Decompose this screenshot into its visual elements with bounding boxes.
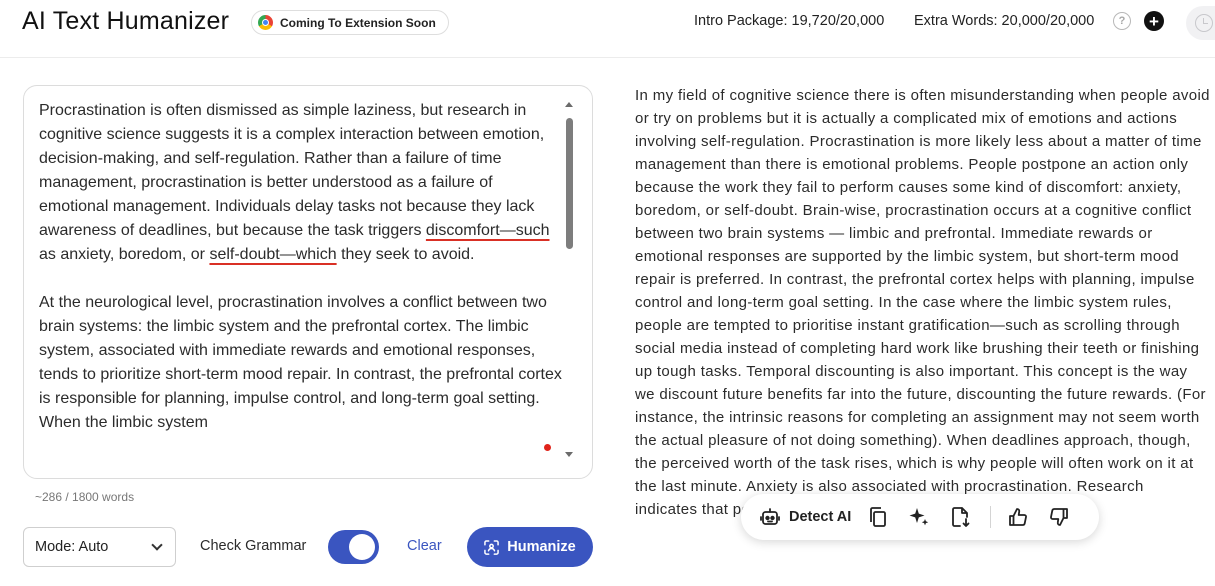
mode-select-value: Mode: Auto: [35, 539, 109, 555]
input-paragraph-2: At the neurological level, procrastinati…: [39, 294, 562, 431]
input-text-segment: as anxiety, boredom, or: [39, 246, 210, 263]
humanize-button-label: Humanize: [507, 539, 576, 555]
input-text-segment: Procrastination is often dismissed as si…: [39, 102, 545, 239]
file-download-icon[interactable]: [949, 506, 971, 528]
app-title: AI Text Humanizer: [22, 7, 230, 35]
extension-badge[interactable]: Coming To Extension Soon: [251, 10, 449, 35]
word-count: ~286 / 1800 words: [35, 490, 135, 504]
input-text-segment: they seek to avoid.: [336, 246, 475, 263]
app-header: AI Text Humanizer Coming To Extension So…: [0, 0, 1215, 58]
plus-circle-icon[interactable]: +: [1144, 11, 1164, 31]
scroll-down-arrow[interactable]: [565, 452, 573, 457]
chrome-icon: [258, 15, 273, 30]
intro-package-usage: Intro Package: 19,720/20,000: [694, 13, 885, 29]
robot-icon: [760, 508, 780, 525]
sparkle-icon[interactable]: [908, 506, 930, 528]
history-icon: [1195, 14, 1213, 32]
detect-ai-label: Detect AI: [789, 509, 852, 525]
extra-words-usage: Extra Words: 20,000/20,000: [914, 13, 1095, 29]
spelling-error[interactable]: self-doubt—which: [209, 246, 336, 263]
chevron-down-icon: [151, 539, 163, 551]
scrollbar-thumb[interactable]: [566, 118, 573, 249]
extension-badge-label: Coming To Extension Soon: [280, 15, 436, 30]
check-grammar-label: Check Grammar: [200, 538, 307, 554]
history-button[interactable]: [1186, 6, 1215, 40]
copy-icon[interactable]: [867, 506, 889, 528]
output-toolbar: Detect AI: [741, 494, 1099, 540]
toolbar-divider: [990, 506, 992, 528]
scan-icon: [484, 539, 500, 555]
humanize-button[interactable]: Humanize: [467, 527, 593, 567]
question-circle-icon[interactable]: ?: [1113, 12, 1131, 30]
input-panel[interactable]: Procrastination is often dismissed as si…: [23, 85, 593, 479]
scroll-up-arrow[interactable]: [565, 102, 573, 107]
toggle-knob: [349, 534, 375, 560]
check-grammar-toggle[interactable]: [328, 530, 379, 564]
mode-select[interactable]: Mode: Auto: [23, 527, 176, 567]
input-paragraph-1: Procrastination is often dismissed as si…: [39, 99, 564, 267]
thumbs-down-icon[interactable]: [1048, 506, 1070, 528]
spelling-error[interactable]: discomfort—such: [426, 222, 550, 239]
detect-ai-button[interactable]: Detect AI: [759, 502, 851, 532]
thumbs-up-icon[interactable]: [1007, 506, 1029, 528]
grammar-error-indicator[interactable]: [544, 444, 551, 451]
clear-button[interactable]: Clear: [407, 538, 442, 554]
input-textarea[interactable]: Procrastination is often dismissed as si…: [39, 99, 564, 465]
